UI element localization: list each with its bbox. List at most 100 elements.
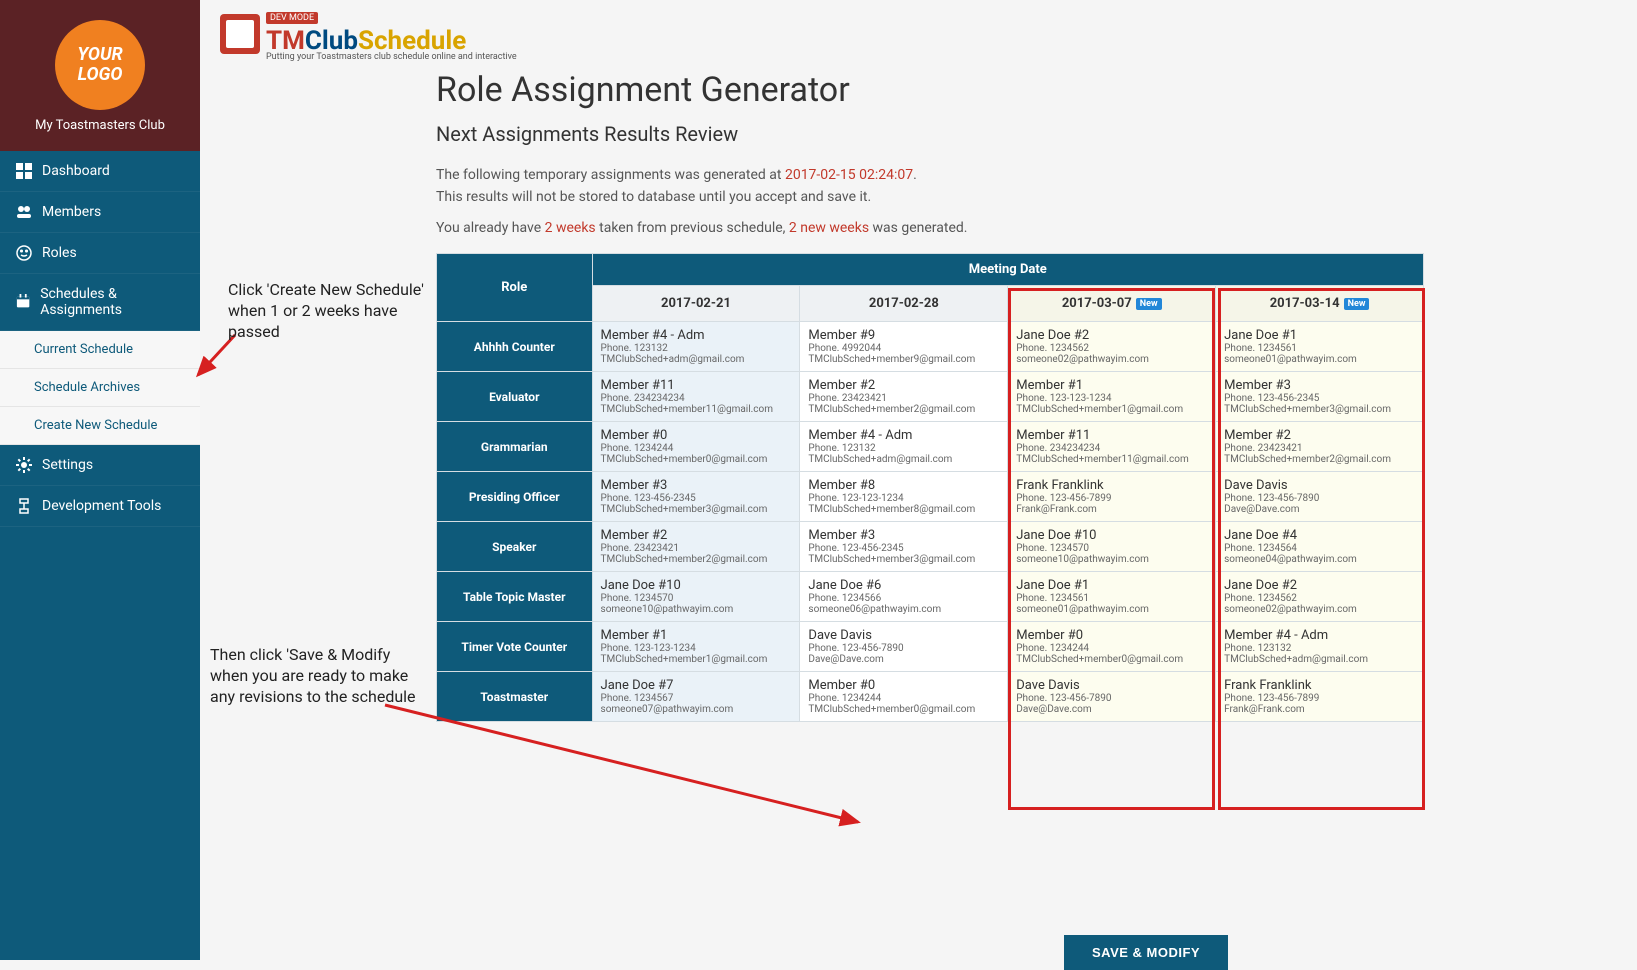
member-phone: Phone. 123132 [601,343,792,354]
member-email: Frank@Frank.com [1224,704,1415,715]
sidebar-sub-create-new-schedule[interactable]: Create New Schedule [0,407,200,445]
assignment-cell[interactable]: Member #4 - AdmPhone. 123132TMClubSched+… [800,422,1008,472]
member-name: Jane Doe #7 [601,678,792,693]
member-email: someone02@pathwayim.com [1016,354,1207,365]
role-column-header: Role [437,254,593,322]
member-phone: Phone. 123-456-2345 [808,543,999,554]
intro-line-2: You already have 2 weeks taken from prev… [436,217,1637,239]
sidebar-item-settings[interactable]: Settings [0,445,200,486]
member-email: someone01@pathwayim.com [1224,354,1415,365]
member-phone: Phone. 1234562 [1016,343,1207,354]
assignment-cell[interactable]: Member #0Phone. 1234244TMClubSched+membe… [592,422,800,472]
member-name: Member #4 - Adm [1224,628,1415,643]
assignment-cell[interactable]: Member #11Phone. 234234234TMClubSched+me… [592,372,800,422]
schedule-table: RoleMeeting Date2017-02-212017-02-282017… [436,253,1424,722]
generated-timestamp: 2017-02-15 02:24:07 [785,167,913,183]
member-name: Member #3 [1224,378,1415,393]
assignment-cell[interactable]: Frank FranklinkPhone. 123-456-7899Frank@… [1008,472,1216,522]
assignment-cell[interactable]: Jane Doe #2Phone. 1234562someone02@pathw… [1216,572,1424,622]
member-email: TMClubSched+member11@gmail.com [1016,454,1207,465]
member-email: TMClubSched+member2@gmail.com [1224,454,1415,465]
assignment-cell[interactable]: Jane Doe #4Phone. 1234564someone04@pathw… [1216,522,1424,572]
assignment-cell[interactable]: Member #0Phone. 1234244TMClubSched+membe… [800,672,1008,722]
role-name-cell: Evaluator [437,372,593,422]
assignment-cell[interactable]: Jane Doe #1Phone. 1234561someone01@pathw… [1008,572,1216,622]
member-name: Jane Doe #4 [1224,528,1415,543]
member-name: Frank Franklink [1224,678,1415,693]
sidebar-item-roles[interactable]: Roles [0,233,200,274]
assignment-cell[interactable]: Jane Doe #1Phone. 1234561someone01@pathw… [1216,322,1424,372]
annotation-create-schedule: Click 'Create New Schedule' when 1 or 2 … [228,280,438,342]
table-row: Timer Vote CounterMember #1Phone. 123-12… [437,622,1424,672]
sidebar-item-label: Development Tools [42,498,161,514]
member-email: TMClubSched+member1@gmail.com [601,654,792,665]
assignment-cell[interactable]: Member #1Phone. 123-123-1234TMClubSched+… [592,622,800,672]
member-name: Member #0 [1016,628,1207,643]
assignment-cell[interactable]: Dave DavisPhone. 123-456-7890Dave@Dave.c… [800,622,1008,672]
table-row: Ahhhh CounterMember #4 - AdmPhone. 12313… [437,322,1424,372]
member-email: TMClubSched+member2@gmail.com [601,554,792,565]
member-phone: Phone. 1234561 [1224,343,1415,354]
people-icon [16,204,32,220]
member-phone: Phone. 123-456-7899 [1016,493,1207,504]
member-email: TMClubSched+member0@gmail.com [1016,654,1207,665]
main-content: Role Assignment Generator Next Assignmen… [200,0,1637,960]
member-name: Dave Davis [808,628,999,643]
assignment-cell[interactable]: Member #2Phone. 23423421TMClubSched+memb… [1216,422,1424,472]
assignment-cell[interactable]: Dave DavisPhone. 123-456-7890Dave@Dave.c… [1008,672,1216,722]
sidebar: YOUR LOGO My Toastmasters Club Dashboard… [0,0,200,960]
assignment-cell[interactable]: Jane Doe #7Phone. 1234567someone07@pathw… [592,672,800,722]
member-phone: Phone. 123132 [1224,643,1415,654]
sidebar-sub-schedule-archives[interactable]: Schedule Archives [0,369,200,407]
assignment-cell[interactable]: Member #0Phone. 1234244TMClubSched+membe… [1008,622,1216,672]
member-email: someone04@pathwayim.com [1224,554,1415,565]
table-row: GrammarianMember #0Phone. 1234244TMClubS… [437,422,1424,472]
assignment-cell[interactable]: Member #1Phone. 123-123-1234TMClubSched+… [1008,372,1216,422]
role-name-cell: Timer Vote Counter [437,622,593,672]
assignment-cell[interactable]: Jane Doe #2Phone. 1234562someone02@pathw… [1008,322,1216,372]
sidebar-item-label: Members [42,204,101,220]
assignment-cell[interactable]: Frank FranklinkPhone. 123-456-7899Frank@… [1216,672,1424,722]
member-phone: Phone. 123-456-2345 [1224,393,1415,404]
member-phone: Phone. 123-456-7890 [1224,493,1415,504]
assignment-cell[interactable]: Member #11Phone. 234234234TMClubSched+me… [1008,422,1216,472]
assignment-cell[interactable]: Member #9Phone. 4992044TMClubSched+membe… [800,322,1008,372]
member-phone: Phone. 1234567 [601,693,792,704]
save-modify-button[interactable]: SAVE & MODIFY [1064,935,1228,970]
member-phone: Phone. 1234564 [1224,543,1415,554]
table-row: ToastmasterJane Doe #7Phone. 1234567some… [437,672,1424,722]
new-badge: New [1344,298,1370,310]
sidebar-item-dashboard[interactable]: Dashboard [0,151,200,192]
assignment-cell[interactable]: Jane Doe #6Phone. 1234566someone06@pathw… [800,572,1008,622]
assignment-cell[interactable]: Member #3Phone. 123-456-2345TMClubSched+… [1216,372,1424,422]
sidebar-item-label: Settings [42,457,93,473]
new-badge: New [1136,298,1162,310]
assignment-cell[interactable]: Member #3Phone. 123-456-2345TMClubSched+… [800,522,1008,572]
date-column-header: 2017-02-21 [592,286,800,322]
assignment-cell[interactable]: Member #4 - AdmPhone. 123132TMClubSched+… [592,322,800,372]
member-phone: Phone. 1234244 [808,693,999,704]
sidebar-item-dev-tools[interactable]: Development Tools [0,486,200,527]
assignment-cell[interactable]: Member #8Phone. 123-123-1234TMClubSched+… [800,472,1008,522]
member-name: Member #2 [601,528,792,543]
member-name: Jane Doe #2 [1224,578,1415,593]
member-phone: Phone. 234234234 [601,393,792,404]
member-name: Dave Davis [1224,478,1415,493]
assignment-cell[interactable]: Member #3Phone. 123-456-2345TMClubSched+… [592,472,800,522]
assignment-cell[interactable]: Member #2Phone. 23423421TMClubSched+memb… [800,372,1008,422]
sidebar-item-members[interactable]: Members [0,192,200,233]
schedule-table-wrap: RoleMeeting Date2017-02-212017-02-282017… [436,253,1637,722]
sidebar-item-schedules[interactable]: Schedules & Assignments [0,274,200,331]
assignment-cell[interactable]: Jane Doe #10Phone. 1234570someone10@path… [1008,522,1216,572]
member-name: Dave Davis [1016,678,1207,693]
assignment-cell[interactable]: Member #4 - AdmPhone. 123132TMClubSched+… [1216,622,1424,672]
member-email: someone10@pathwayim.com [1016,554,1207,565]
member-phone: Phone. 123-123-1234 [808,493,999,504]
sidebar-sub-current-schedule[interactable]: Current Schedule [0,331,200,369]
assignment-cell[interactable]: Dave DavisPhone. 123-456-7890Dave@Dave.c… [1216,472,1424,522]
member-phone: Phone. 1234570 [601,593,792,604]
assignment-cell[interactable]: Member #2Phone. 23423421TMClubSched+memb… [592,522,800,572]
assignment-cell[interactable]: Jane Doe #10Phone. 1234570someone10@path… [592,572,800,622]
date-column-header: 2017-02-28 [800,286,1008,322]
member-name: Jane Doe #6 [808,578,999,593]
